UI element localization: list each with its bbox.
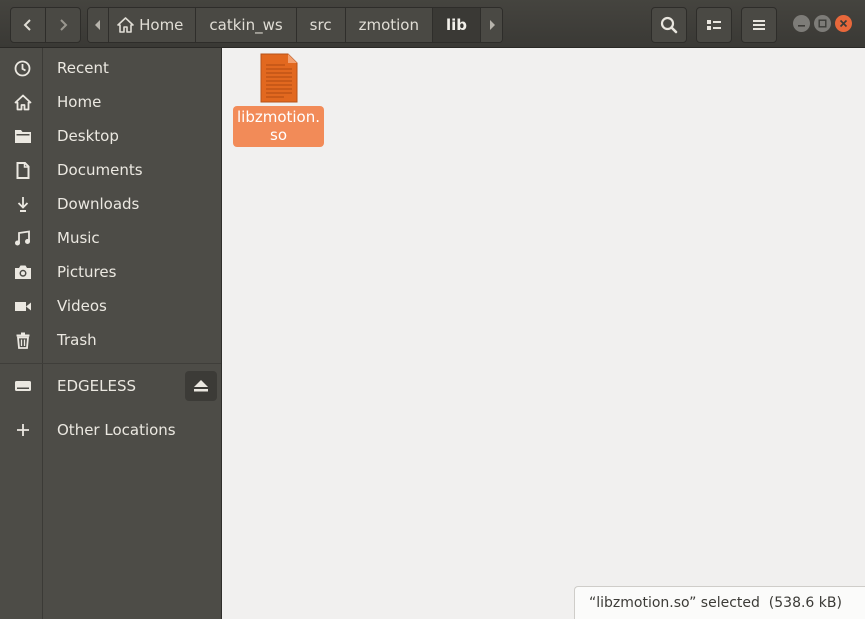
file-view: libzmotion. so xyxy=(221,48,865,619)
file-name-line: libzmotion. xyxy=(236,108,321,126)
breadcrumb: Home catkin_ws src zmotion lib xyxy=(87,7,503,43)
drive-icon xyxy=(13,377,32,396)
video-icon xyxy=(13,297,32,316)
breadcrumb-zmotion[interactable]: zmotion xyxy=(345,8,433,42)
close-icon xyxy=(839,19,848,28)
sidebar-item-desktop[interactable]: Desktop xyxy=(0,120,221,152)
sidebar-item-label: Downloads xyxy=(57,195,140,213)
breadcrumb-catkin-ws[interactable]: catkin_ws xyxy=(196,8,297,42)
sidebar-item-edgeless[interactable]: EDGELESS xyxy=(0,370,221,402)
sidebar-item-label: Other Locations xyxy=(57,421,176,439)
minimize-icon xyxy=(798,25,805,27)
maximize-icon xyxy=(818,19,827,28)
view-options-button[interactable] xyxy=(696,7,732,43)
trash-icon xyxy=(13,331,32,350)
sidebar-item-documents[interactable]: Documents xyxy=(0,154,221,186)
breadcrumb-scroll-right[interactable] xyxy=(481,8,502,42)
chevron-right-icon xyxy=(60,19,68,31)
sidebar-item-music[interactable]: Music xyxy=(0,222,221,254)
menu-button[interactable] xyxy=(741,7,777,43)
breadcrumb-label: Home xyxy=(139,16,184,34)
plus-icon xyxy=(13,421,32,440)
eject-icon xyxy=(194,380,208,392)
sidebar-item-label: Music xyxy=(57,229,100,247)
breadcrumb-lib[interactable]: lib xyxy=(432,8,482,42)
breadcrumb-label: src xyxy=(309,16,332,34)
sidebar-item-recent[interactable]: Recent xyxy=(0,52,221,84)
search-button[interactable] xyxy=(651,7,687,43)
sidebar-item-label: Videos xyxy=(57,297,107,315)
sidebar-divider xyxy=(0,363,221,364)
home-icon xyxy=(117,17,134,33)
sidebar-item-pictures[interactable]: Pictures xyxy=(0,256,221,288)
download-icon xyxy=(13,195,32,214)
sidebar-item-label: Trash xyxy=(57,331,97,349)
breadcrumb-scroll-left[interactable] xyxy=(88,8,110,42)
breadcrumb-src[interactable]: src xyxy=(296,8,346,42)
selection-status: “libzmotion.so” selected (538.6 kB) xyxy=(574,586,865,619)
folder-icon xyxy=(13,127,32,146)
breadcrumb-label: catkin_ws xyxy=(209,16,283,34)
file-name-line: so xyxy=(270,126,287,144)
maximize-button[interactable] xyxy=(814,15,831,32)
hamburger-menu-icon xyxy=(753,20,765,30)
caret-right-icon xyxy=(489,20,495,30)
chevron-left-icon xyxy=(23,19,31,31)
minimize-button[interactable] xyxy=(793,15,810,32)
header-bar: Home catkin_ws src zmotion lib xyxy=(0,0,865,48)
close-button[interactable] xyxy=(835,15,852,32)
sidebar-item-label: Desktop xyxy=(57,127,119,145)
status-text: “libzmotion.so” selected (538.6 kB) xyxy=(589,595,842,611)
sidebar-item-label: Recent xyxy=(57,59,109,77)
document-icon xyxy=(13,161,32,180)
file-item[interactable]: libzmotion. so xyxy=(233,53,324,147)
sidebar-item-other-locations[interactable]: Other Locations xyxy=(0,414,221,446)
sidebar-item-videos[interactable]: Videos xyxy=(0,290,221,322)
sidebar-item-label: Pictures xyxy=(57,263,117,281)
sidebar-item-trash[interactable]: Trash xyxy=(0,324,221,356)
sidebar: Recent Home Desktop Documents Downloads … xyxy=(0,48,221,619)
sidebar-item-downloads[interactable]: Downloads xyxy=(0,188,221,220)
camera-icon xyxy=(13,263,32,282)
home-icon xyxy=(13,93,32,112)
music-icon xyxy=(13,229,32,248)
forward-button[interactable] xyxy=(45,7,81,43)
sidebar-item-home[interactable]: Home xyxy=(0,86,221,118)
sidebar-item-label: EDGELESS xyxy=(57,377,137,395)
sidebar-item-label: Home xyxy=(57,93,102,111)
eject-button[interactable] xyxy=(185,371,217,401)
search-icon xyxy=(660,16,678,34)
caret-left-icon xyxy=(95,20,101,30)
breadcrumb-label: zmotion xyxy=(358,16,419,34)
breadcrumb-label: lib xyxy=(445,16,468,34)
list-view-icon xyxy=(707,20,721,30)
file-name-label: libzmotion. so xyxy=(233,106,324,147)
back-button[interactable] xyxy=(10,7,46,43)
breadcrumb-home[interactable]: Home xyxy=(109,8,197,42)
text-file-icon xyxy=(260,53,297,103)
clock-icon xyxy=(13,59,32,78)
sidebar-item-label: Documents xyxy=(57,161,143,179)
